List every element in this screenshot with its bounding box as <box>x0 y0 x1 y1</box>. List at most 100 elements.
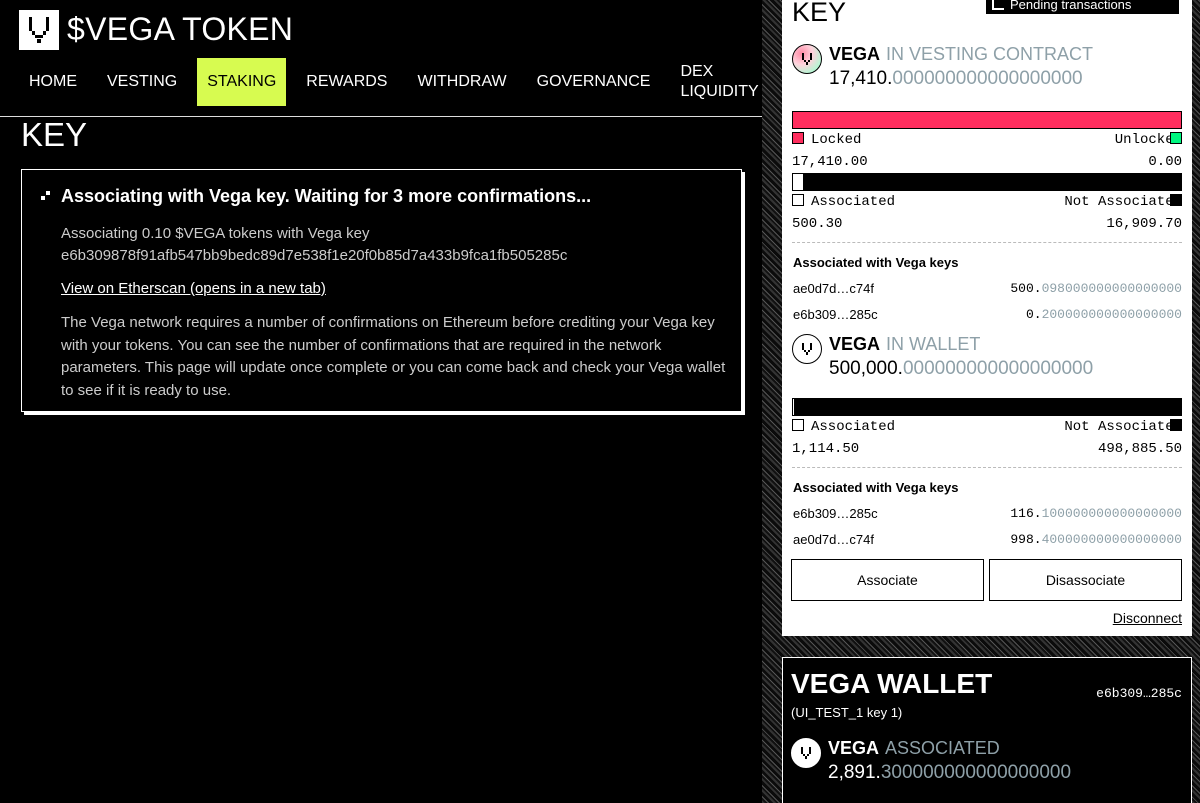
locked-legend: Locked Unlocked <box>792 132 1182 150</box>
associated-key-row: e6b309…285c 0.200000000000000000 <box>793 307 1182 323</box>
token-symbol: VEGA <box>828 738 880 758</box>
token-label: VEGA IN VESTING CONTRACT <box>829 44 1093 65</box>
key-amount-dec: 098000000000000000 <box>1041 281 1182 296</box>
key-id: ae0d7d…c74f <box>793 281 874 296</box>
vega-wallet-title: VEGA WALLET <box>791 668 993 699</box>
locked-swatch <box>792 132 804 144</box>
associated-key-row: ae0d7d…c74f 998.400000000000000000 <box>793 532 1182 548</box>
associate-button[interactable]: Associate <box>791 559 984 601</box>
divider <box>792 467 1182 468</box>
key-amount-dec: 400000000000000000 <box>1041 532 1182 547</box>
key-amount: 116.100000000000000000 <box>1010 506 1182 521</box>
panel-vega-key: e6b309878f91afb547bb9bedc89d7e538f1e20f0… <box>61 247 568 264</box>
unlocked-swatch <box>1170 132 1182 144</box>
key-amount-int: 500. <box>1010 281 1042 296</box>
key-amount: 998.400000000000000000 <box>1010 532 1182 547</box>
token-symbol: VEGA <box>829 334 881 354</box>
amount-int: 2,891. <box>828 762 881 783</box>
associated-swatch <box>792 194 804 206</box>
header: $VEGA TOKEN HOME VESTING STAKING REWARDS… <box>0 0 762 117</box>
pending-transactions-button[interactable]: Pending transactions <box>984 0 1181 16</box>
page-title: KEY <box>21 116 88 153</box>
amount-dec: 000000000000000000 <box>892 68 1083 89</box>
main-nav: HOME VESTING STAKING REWARDS WITHDRAW GO… <box>19 58 779 106</box>
transaction-panel: Associating with Vega key. Waiting for 3… <box>21 169 742 412</box>
nav-withdraw[interactable]: WITHDRAW <box>407 58 516 106</box>
key-amount-int: 0. <box>1025 307 1042 322</box>
token-amount: 500,000.000000000000000000 <box>829 358 1093 380</box>
associated-value: 500.30 <box>792 216 843 232</box>
amount-dec: 000000000000000000 <box>902 358 1094 379</box>
app-title: $VEGA TOKEN <box>67 11 294 47</box>
panel-body-text: The Vega network requires a number of co… <box>61 314 726 399</box>
disassociate-button[interactable]: Disassociate <box>989 559 1182 601</box>
key-id: e6b309…285c <box>793 506 878 521</box>
token-amount: 2,891.300000000000000000 <box>828 762 1071 784</box>
disconnect-link[interactable]: Disconnect <box>1113 610 1182 626</box>
token-symbol: VEGA <box>829 44 881 64</box>
key-id: ae0d7d…c74f <box>793 532 874 547</box>
etherscan-link[interactable]: View on Etherscan (opens in a new tab) <box>61 280 326 297</box>
not-associated-swatch <box>1170 419 1182 431</box>
amount-int: 500,000. <box>829 358 903 379</box>
ethereum-key-card: KEY Pending transactions VEGA IN VESTING … <box>782 0 1192 636</box>
nav-vesting[interactable]: VESTING <box>97 58 187 106</box>
wallet-token-row: VEGA IN WALLET 500,000.000000000000000000 <box>792 334 1182 384</box>
key-amount: 0.200000000000000000 <box>1026 307 1182 322</box>
vega-token-icon <box>792 44 822 74</box>
nav-dex-liquidity[interactable]: DEX LIQUIDITY <box>670 58 768 106</box>
vesting-token-row: VEGA IN VESTING CONTRACT 17,410.000000000… <box>792 44 1182 94</box>
associated-key-row: ae0d7d…c74f 500.098000000000000000 <box>793 281 1182 297</box>
vega-token-icon <box>791 738 821 768</box>
key-id: e6b309…285c <box>793 307 878 322</box>
locked-bar <box>792 111 1182 129</box>
sidebar: KEY Pending transactions VEGA IN VESTING … <box>762 0 1200 803</box>
vega-token-icon <box>792 334 822 364</box>
nav-dex-label: DEX <box>680 63 714 80</box>
pending-label: Pending transactions <box>1010 0 1132 12</box>
associated-keys-heading: Associated with Vega keys <box>793 480 959 495</box>
associated-swatch <box>792 419 804 431</box>
panel-description: Associating 0.10 $VEGA tokens with Vega … <box>61 225 370 242</box>
vesting-association-fill <box>793 174 805 190</box>
key-amount-dec: 100000000000000000 <box>1041 506 1182 521</box>
token-location: IN WALLET <box>886 334 981 354</box>
nav-liquidity-label: LIQUIDITY <box>680 83 759 100</box>
not-associated-swatch <box>1170 194 1182 206</box>
key-amount: 500.098000000000000000 <box>1010 281 1182 296</box>
amount-dec: 300000000000000000 <box>880 762 1072 783</box>
amount-int: 17,410. <box>829 68 893 89</box>
vesting-association-bar <box>792 173 1182 191</box>
token-label: VEGA ASSOCIATED <box>828 738 1000 759</box>
not-associated-value: 498,885.50 <box>1097 441 1182 457</box>
key-amount-dec: 200000000000000000 <box>1041 307 1182 322</box>
token-amount: 17,410.000000000000000000 <box>829 68 1083 90</box>
pending-icon <box>992 0 1004 10</box>
vega-wallet-key[interactable]: e6b309…285c <box>1096 686 1182 701</box>
locked-values: 17,410.00 0.00 <box>792 154 1182 172</box>
wallet-assoc-values: 1,114.50 498,885.50 <box>792 441 1182 459</box>
nav-governance[interactable]: GOVERNANCE <box>527 58 661 106</box>
locked-value: 17,410.00 <box>792 154 868 170</box>
nav-staking[interactable]: STAKING <box>197 58 287 106</box>
associated-keys-heading: Associated with Vega keys <box>793 255 959 270</box>
divider <box>792 242 1182 243</box>
nav-home[interactable]: HOME <box>19 58 87 106</box>
key-amount-int: 998. <box>1010 532 1042 547</box>
key-amount-int: 116. <box>1010 506 1042 521</box>
vega-logo-icon[interactable] <box>19 10 59 50</box>
associated-key-row: e6b309…285c 116.100000000000000000 <box>793 506 1182 522</box>
panel-heading: Associating with Vega key. Waiting for 3… <box>61 186 592 206</box>
associated-label: Associated <box>811 194 896 210</box>
unlocked-value: 0.00 <box>1148 154 1182 170</box>
vesting-assoc-legend: Associated Not Associated <box>792 194 1182 212</box>
nav-rewards[interactable]: REWARDS <box>296 58 397 106</box>
key-card-title: KEY <box>792 0 847 27</box>
locked-label: Locked <box>811 132 862 148</box>
not-associated-value: 16,909.70 <box>1106 216 1182 232</box>
token-label: VEGA IN WALLET <box>829 334 980 355</box>
loader-icon <box>41 188 51 200</box>
wallet-associated-row: VEGA ASSOCIATED 2,891.300000000000000000 <box>791 738 1181 788</box>
vega-wallet-card: VEGA WALLET e6b309…285c (UI_TEST_1 key 1… <box>782 657 1192 803</box>
wallet-assoc-legend: Associated Not Associated <box>792 419 1182 437</box>
